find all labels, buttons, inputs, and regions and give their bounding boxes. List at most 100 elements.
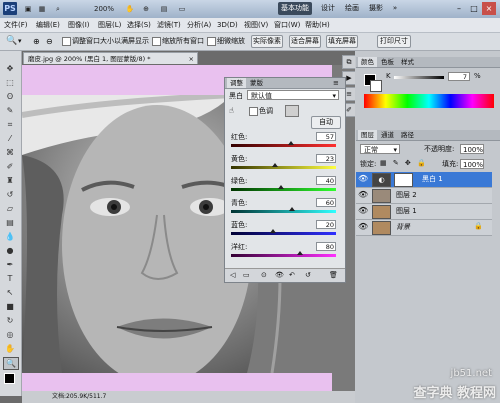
- color-spectrum-bar[interactable]: [364, 94, 494, 108]
- blur-tool-icon[interactable]: 💧: [3, 231, 17, 242]
- 3d-camera-tool-icon[interactable]: ◎: [3, 329, 17, 340]
- screen-mode-icon[interactable]: ▭: [176, 3, 188, 15]
- menu-image[interactable]: 图像(I): [68, 19, 90, 31]
- gradient-tool-icon[interactable]: ▤: [3, 217, 17, 228]
- brush-tool-icon[interactable]: ✐: [3, 161, 17, 172]
- slider-value-input[interactable]: 57: [316, 132, 336, 141]
- preset-select[interactable]: 默认值 ▾: [247, 90, 339, 100]
- reset-icon[interactable]: ↺: [305, 269, 311, 282]
- tab-channels[interactable]: 通道: [378, 130, 397, 140]
- layer-row-background[interactable]: 👁 背景 🔒: [356, 220, 492, 236]
- zoom-icon[interactable]: ⊕: [140, 3, 152, 15]
- slider-track[interactable]: [231, 254, 336, 257]
- menu-3d[interactable]: 3D(D): [217, 19, 238, 31]
- menu-view[interactable]: 视图(V): [244, 19, 268, 31]
- zoom-out-icon[interactable]: ⊖: [46, 36, 53, 47]
- clone-stamp-tool-icon[interactable]: ♜: [3, 175, 17, 186]
- color-background-swatch[interactable]: [370, 80, 382, 92]
- slider-track[interactable]: [231, 166, 336, 169]
- return-icon[interactable]: ◁: [230, 269, 235, 282]
- blend-mode-select[interactable]: 正常 ▾: [360, 144, 400, 154]
- dodge-tool-icon[interactable]: ●: [3, 245, 17, 256]
- auto-button[interactable]: 自动: [311, 116, 341, 129]
- menu-edit[interactable]: 编辑(E): [36, 19, 60, 31]
- slider-value-input[interactable]: 40: [316, 176, 336, 185]
- zoom-level[interactable]: 200%: [90, 3, 118, 15]
- fill-input[interactable]: 100%: [460, 159, 484, 169]
- slider-track[interactable]: [231, 210, 336, 213]
- layer-row-1[interactable]: 👁 图层 1: [356, 204, 492, 220]
- minimize-button[interactable]: –: [452, 2, 466, 15]
- tab-paths[interactable]: 路径: [398, 130, 417, 140]
- mini-bridge-icon[interactable]: ▦: [36, 3, 48, 15]
- menu-select[interactable]: 选择(S): [127, 19, 151, 31]
- document-tab[interactable]: 磨皮.jpg @ 200% (黑白 1, 图层蒙版/8) * ×: [23, 52, 198, 64]
- workspace-photo[interactable]: 摄影: [366, 2, 386, 15]
- clip-layer-icon[interactable]: ⊙: [261, 269, 267, 282]
- target-adjust-icon[interactable]: ☝: [229, 106, 234, 115]
- slider-value-input[interactable]: 20: [316, 220, 336, 229]
- crop-tool-icon[interactable]: ⌗: [3, 119, 17, 130]
- layer-row-bw[interactable]: 👁 ◐ 黑白 1: [356, 172, 492, 188]
- menu-analysis[interactable]: 分析(A): [187, 19, 211, 31]
- slider-value-input[interactable]: 23: [316, 154, 336, 163]
- slider-handle[interactable]: [278, 185, 285, 189]
- more-workspaces-icon[interactable]: »: [390, 2, 400, 15]
- scrubby-zoom-checkbox[interactable]: [207, 37, 216, 46]
- workspace-design[interactable]: 设计: [318, 2, 338, 15]
- slider-value-input[interactable]: 60: [316, 198, 336, 207]
- slider-track[interactable]: [231, 144, 336, 147]
- slider-handle[interactable]: [272, 163, 279, 167]
- zoom-all-checkbox[interactable]: [152, 37, 161, 46]
- pen-tool-icon[interactable]: ✒: [3, 259, 17, 270]
- slider-value-input[interactable]: 80: [316, 242, 336, 251]
- tint-color-swatch[interactable]: [285, 105, 299, 117]
- expand-view-icon[interactable]: ▭: [243, 269, 250, 282]
- eraser-tool-icon[interactable]: ▱: [3, 203, 17, 214]
- actual-pixels-button[interactable]: 实际像素: [251, 35, 283, 48]
- zoom-tool-icon[interactable]: 🔍: [6, 36, 17, 47]
- close-tab-icon[interactable]: ×: [189, 53, 194, 65]
- layer-mask-thumb[interactable]: [394, 173, 413, 187]
- maximize-button[interactable]: □: [467, 2, 481, 15]
- hand-icon[interactable]: ✋: [124, 3, 136, 15]
- hand-tool-icon[interactable]: ✋: [3, 343, 17, 354]
- lock-icons[interactable]: ▦ ✎ ✥ 🔒: [380, 159, 428, 167]
- workspace-paint[interactable]: 绘画: [342, 2, 362, 15]
- fill-screen-button[interactable]: 填充屏幕: [326, 35, 358, 48]
- eye-icon[interactable]: 👁: [358, 174, 368, 184]
- menu-help[interactable]: 帮助(H): [305, 19, 330, 31]
- slider-track[interactable]: [231, 232, 336, 235]
- menu-layer[interactable]: 图层(L): [98, 19, 121, 31]
- resize-windows-checkbox[interactable]: [62, 37, 71, 46]
- panel-menu-icon[interactable]: ≡: [333, 78, 339, 88]
- visibility-icon[interactable]: 👁: [275, 269, 284, 282]
- arrange-docs-icon[interactable]: ▤: [158, 3, 170, 15]
- zoom-in-icon[interactable]: ⊕: [33, 36, 40, 47]
- tool-preset-dropdown-icon[interactable]: ▾: [18, 36, 22, 47]
- eye-icon[interactable]: 👁: [358, 190, 368, 200]
- zoom-tool-icon-active[interactable]: 🔍: [3, 357, 19, 370]
- path-select-tool-icon[interactable]: ↖: [3, 287, 17, 298]
- slider-handle[interactable]: [270, 229, 276, 233]
- menu-file[interactable]: 文件(F): [4, 19, 28, 31]
- tab-layers[interactable]: 图层: [358, 130, 377, 140]
- trash-icon[interactable]: 🗑: [329, 269, 338, 282]
- fit-screen-button[interactable]: 适合屏幕: [289, 35, 321, 48]
- tab-swatches[interactable]: 色板: [378, 57, 397, 67]
- color-k-value[interactable]: 7: [448, 72, 470, 81]
- tab-styles[interactable]: 样式: [398, 57, 417, 67]
- move-tool-icon[interactable]: ✥: [3, 63, 17, 74]
- previous-state-icon[interactable]: ↶: [289, 269, 295, 282]
- menu-window[interactable]: 窗口(W): [274, 19, 300, 31]
- lasso-tool-icon[interactable]: ʘ: [3, 91, 17, 102]
- tint-checkbox[interactable]: [249, 107, 258, 116]
- quick-select-tool-icon[interactable]: ✎: [3, 105, 17, 116]
- zoom-level-icon[interactable]: ⌕: [52, 3, 64, 15]
- close-button[interactable]: ×: [482, 2, 496, 15]
- 3d-rotate-tool-icon[interactable]: ↻: [3, 315, 17, 326]
- eye-icon[interactable]: 👁: [358, 222, 368, 232]
- type-tool-icon[interactable]: T: [3, 273, 17, 284]
- marquee-tool-icon[interactable]: ⬚: [3, 77, 17, 88]
- tab-masks[interactable]: 蒙版: [247, 78, 266, 88]
